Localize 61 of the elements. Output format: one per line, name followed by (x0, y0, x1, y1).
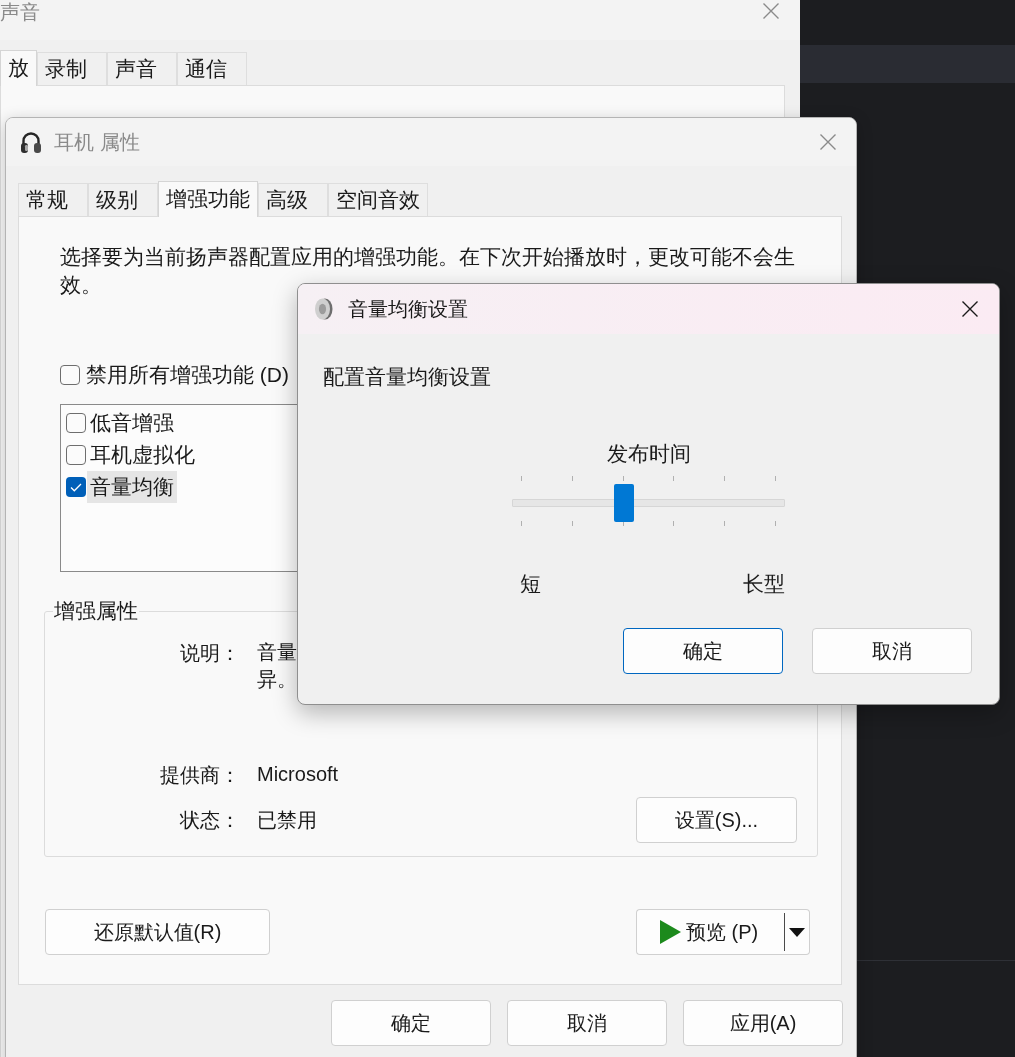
tick-mark (571, 521, 573, 526)
preview-button[interactable]: 预览 (P) (636, 909, 784, 955)
settings-button[interactable]: 设置(S)... (636, 797, 797, 843)
property-label: 说明： (179, 641, 240, 666)
tick-mark (571, 476, 573, 481)
slider-label: 发布时间 (606, 441, 691, 467)
tick-mark (673, 476, 675, 481)
dialog-button[interactable]: 取消 (812, 628, 972, 674)
property-value: 异。 (257, 667, 297, 692)
list-item[interactable]: 音量均衡 (87, 471, 177, 503)
footer-button[interactable]: 应用(A) (683, 1000, 843, 1046)
tab[interactable]: 高级 (258, 183, 328, 217)
checkbox[interactable] (66, 445, 86, 465)
tick-mark (775, 476, 776, 481)
description-text: 选择要为当前扬声器配置应用的增强功能。在下次开始播放时，更改可能不会生效。 (60, 244, 796, 298)
slider-max-label: 长型 (743, 571, 785, 597)
list-item[interactable]: 耳机虚拟化 (87, 439, 198, 471)
tab[interactable]: 级别 (88, 183, 158, 217)
play-icon (660, 920, 681, 944)
tab[interactable]: 录制 (37, 52, 107, 86)
checkbox[interactable] (66, 413, 86, 433)
tab[interactable]: 常规 (18, 183, 88, 217)
footer-button[interactable]: 确定 (331, 1000, 491, 1046)
slider-min-label: 短 (520, 571, 541, 597)
restore-defaults-button[interactable]: 还原默认值(R) (45, 909, 270, 955)
tab[interactable]: 放 (0, 50, 37, 86)
list-item[interactable]: 低音增强 (87, 407, 177, 439)
dialog-button[interactable]: 确定 (623, 628, 783, 674)
tick-mark (724, 521, 726, 526)
headphones-icon (20, 130, 42, 154)
tab[interactable]: 通信 (177, 52, 247, 86)
close-icon[interactable] (962, 301, 978, 317)
caret-icon (789, 927, 805, 937)
slider-thumb[interactable] (613, 484, 634, 522)
group-box-title: 增强属性 (53, 599, 139, 623)
slider-track[interactable] (512, 484, 785, 522)
property-value: 音量 (257, 640, 297, 665)
tick-mark (775, 521, 776, 526)
property-label: 提供商： (159, 763, 240, 788)
tab[interactable]: 空间音效 (328, 183, 428, 217)
dropdown-button[interactable] (784, 909, 810, 955)
tick-mark (521, 476, 522, 481)
property-value: 已禁用 (257, 807, 317, 833)
checkbox[interactable] (66, 477, 86, 497)
window-title: 耳机 属性 (54, 130, 140, 155)
tab[interactable]: 声音 (107, 52, 177, 86)
tick-mark (622, 521, 624, 526)
tick-mark (521, 521, 522, 526)
dialog-heading: 配置音量均衡设置 (323, 364, 491, 390)
checkbox-label[interactable]: 禁用所有增强功能 (D) (86, 361, 289, 389)
speaker-icon (313, 298, 333, 320)
tab[interactable]: 增强功能 (158, 181, 258, 217)
footer-button[interactable]: 取消 (507, 1000, 667, 1046)
property-label: 状态： (179, 808, 240, 833)
window-title: 声音 (0, 0, 40, 24)
property-value: Microsoft (257, 762, 339, 787)
tick-mark (622, 476, 624, 481)
tick-mark (673, 521, 675, 526)
window-title: 音量均衡设置 (348, 297, 468, 322)
tick-mark (724, 476, 726, 481)
checkbox[interactable] (60, 365, 80, 385)
